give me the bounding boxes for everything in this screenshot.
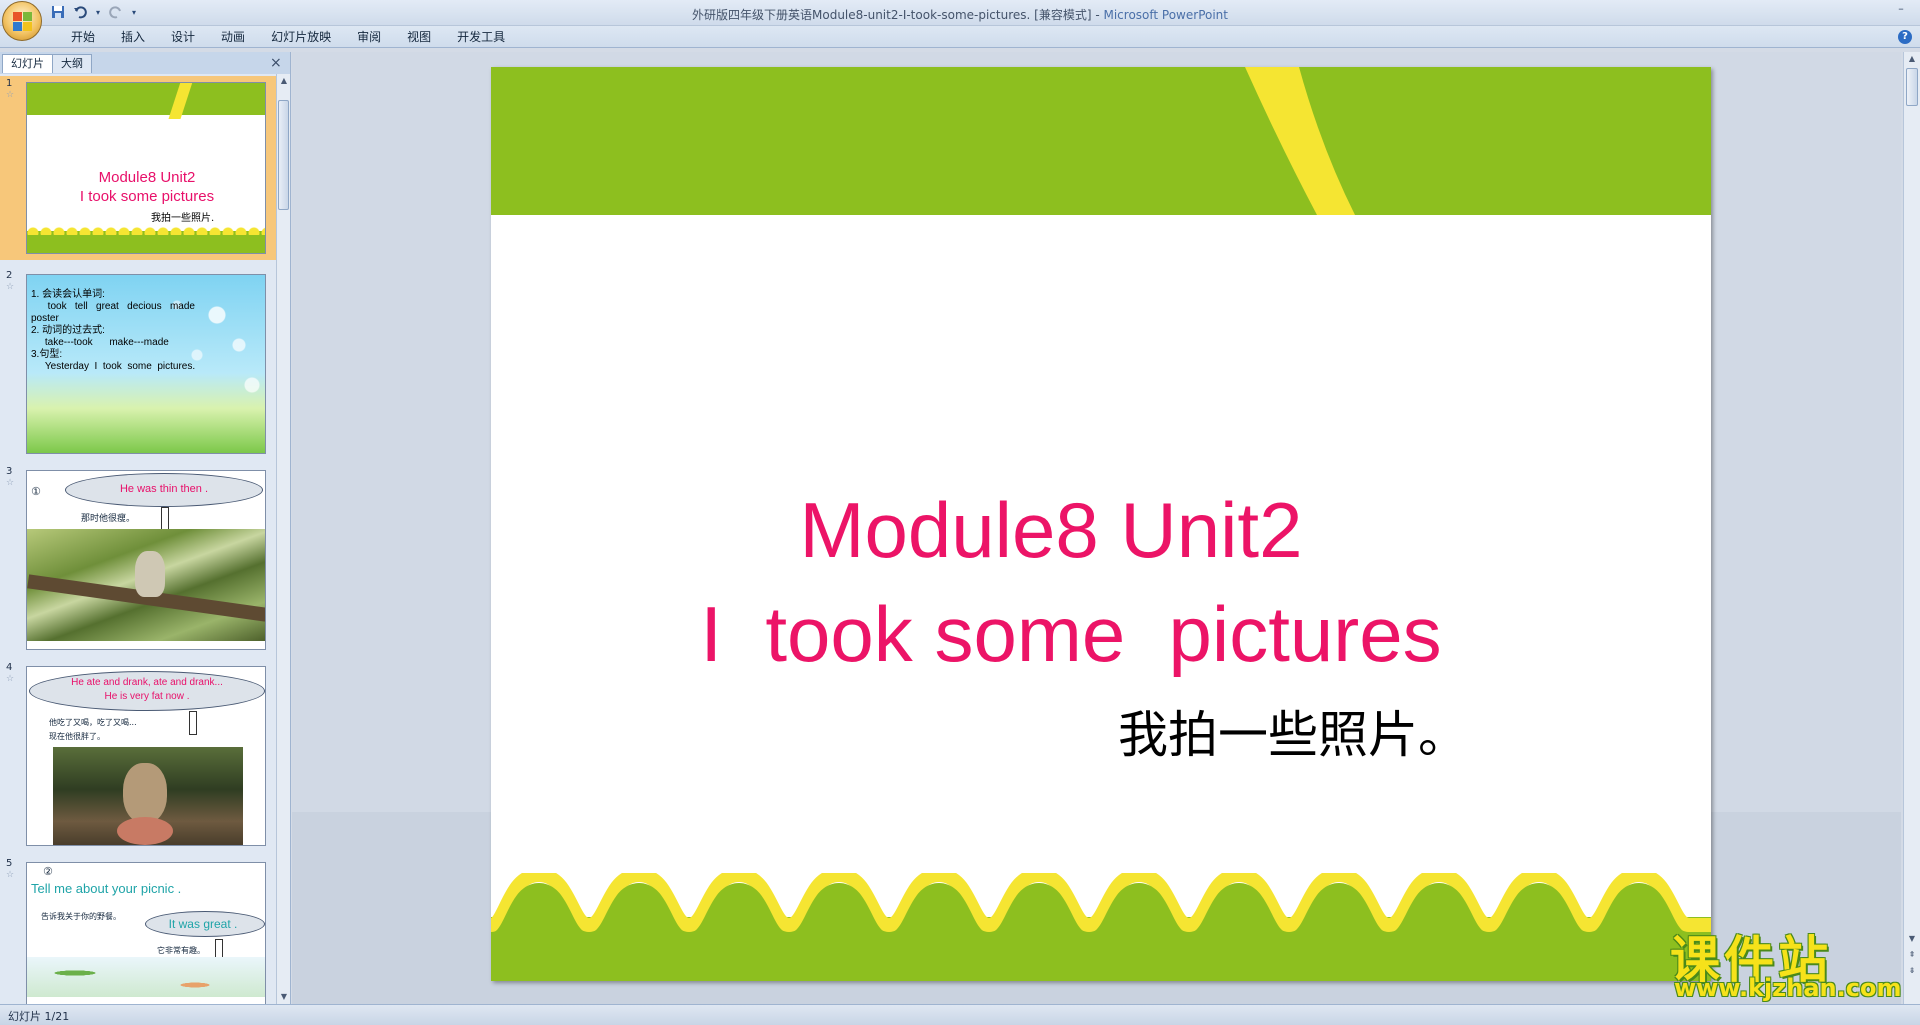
slide-thumbnail-4[interactable]: 4 ☆ He ate and drank, ate and drank... H… (0, 660, 276, 846)
bubble-text-line2: He is very fat now . (104, 691, 190, 702)
site-watermark: 课件站 www.kjzhan.com (1666, 920, 1906, 1002)
down-arrow-icon (161, 507, 169, 531)
tab-developer[interactable]: 开发工具 (444, 29, 518, 45)
slide-subtitle[interactable]: 我拍一些照片。 (1118, 695, 1468, 767)
scroll-down-icon[interactable]: ▼ (277, 990, 291, 1004)
circle-number: ① (31, 485, 41, 498)
slide-canvas[interactable]: Module8 Unit2 I took some pictures 我拍一些照… (491, 67, 1711, 981)
picnic-illustration (27, 957, 265, 997)
bubble-text: It was great . (168, 917, 238, 931)
thumb-text: 1. 会读会认单词: took tell great decious made … (31, 289, 196, 372)
slide-number: 5 (6, 858, 13, 869)
transition-star-icon: ☆ (6, 282, 15, 292)
ribbon-tabs: 开始 插入 设计 动画 幻灯片放映 审阅 视图 开发工具 (58, 29, 518, 45)
slide-title-line1[interactable]: Module8 Unit2 (491, 485, 1611, 576)
tab-view[interactable]: 视图 (394, 29, 444, 45)
monkey-figure (135, 551, 165, 597)
header-band (27, 83, 265, 115)
title-bar: ▾ ▾ 外研版四年级下册英语Module8-unit2-I-took-some-… (0, 0, 1920, 26)
minimize-button[interactable]: – (1888, 2, 1914, 18)
circle-number: ② (43, 865, 53, 878)
thumbnail-preview: He ate and drank, ate and drank... He is… (26, 666, 266, 846)
chinese-caption-2: 它非常有趣。 (157, 946, 205, 955)
window-title: 外研版四年级下册英语Module8-unit2-I-took-some-pict… (0, 6, 1920, 23)
next-slide-icon[interactable]: ⇟ (1904, 964, 1920, 978)
slide-thumbnails: 1 ☆ Module8 Unit2 I took some pictures 我… (0, 74, 276, 1004)
watermark-url: www.kjzhan.com (1674, 974, 1902, 1002)
app-name: Microsoft PowerPoint (1103, 8, 1228, 22)
thumb-subtitle: 我拍一些照片. (151, 213, 215, 224)
bubble-text: He was thin then . (119, 483, 209, 495)
transition-star-icon: ☆ (6, 674, 15, 684)
scalloped-footer (491, 873, 1711, 981)
scroll-thumb[interactable] (1906, 68, 1918, 106)
scroll-up-icon[interactable]: ▲ (277, 74, 291, 88)
thumb-title: Tell me about your picnic . (31, 881, 182, 896)
previous-slide-icon[interactable]: ⇞ (1904, 948, 1920, 962)
slides-pane: 幻灯片 大纲 × 1 ☆ Module8 Unit2 I took some p… (0, 52, 291, 1004)
slide-thumbnail-5[interactable]: 5 ☆ ② Tell me about your picnic . 告诉我关于你… (0, 856, 276, 1004)
transition-star-icon: ☆ (6, 870, 15, 880)
bubble-text-line1: He ate and drank, ate and drank... (71, 677, 223, 688)
transition-star-icon: ☆ (6, 478, 15, 488)
thumbnails-scrollbar[interactable]: ▲ ▼ (276, 74, 290, 1004)
thumb-title-line2: I took some pictures (79, 188, 215, 205)
tab-slideshow[interactable]: 幻灯片放映 (258, 29, 344, 45)
thumbnail-preview: 1. 会读会认单词: took tell great decious made … (26, 274, 266, 454)
yellow-stripe (1245, 67, 1355, 215)
window-controls: – (1888, 2, 1914, 18)
chinese-caption: 告诉我关于你的野餐。 (41, 912, 121, 921)
tab-insert[interactable]: 插入 (108, 29, 158, 45)
slide-number: 4 (6, 662, 13, 673)
close-pane-icon[interactable]: × (270, 55, 282, 71)
slide-counter: 幻灯片 1/21 (8, 1010, 70, 1023)
down-arrow-icon (189, 711, 197, 735)
help-icon[interactable]: ? (1898, 30, 1912, 44)
slide-number: 3 (6, 466, 13, 477)
chinese-caption: 那时他很瘦。 (81, 514, 136, 524)
scroll-down-icon[interactable]: ▼ (1904, 932, 1920, 946)
tab-slides[interactable]: 幻灯片 (2, 54, 53, 73)
slide-title-line2[interactable]: I took some pictures (491, 589, 1651, 680)
scroll-up-icon[interactable]: ▲ (1904, 52, 1920, 66)
tab-review[interactable]: 审阅 (344, 29, 394, 45)
slide-number: 2 (6, 270, 13, 281)
thumbnail-preview: ② Tell me about your picnic . 告诉我关于你的野餐。… (26, 862, 266, 1004)
office-button[interactable] (2, 1, 42, 41)
scroll-thumb[interactable] (278, 100, 289, 210)
slide-thumbnail-2[interactable]: 2 ☆ 1. 会读会认单词: took tell great decious m… (0, 268, 276, 454)
chinese-caption-2: 现在他很胖了。 (49, 732, 105, 741)
monkey-figure (123, 763, 167, 823)
title-separator: - (1091, 8, 1104, 22)
slide-number: 1 (6, 78, 13, 89)
tab-design[interactable]: 设计 (158, 29, 208, 45)
office-logo-icon (13, 12, 33, 32)
slide-thumbnail-3[interactable]: 3 ☆ He was thin then . ① 那时他很瘦。 (0, 464, 276, 650)
ribbon: 开始 插入 设计 动画 幻灯片放映 审阅 视图 开发工具 ? (0, 26, 1920, 48)
thumb-title-line1: Module8 Unit2 (98, 169, 196, 186)
transition-star-icon: ☆ (6, 90, 15, 100)
thumbnail-preview: Module8 Unit2 I took some pictures 我拍一些照… (26, 82, 266, 254)
tab-outline[interactable]: 大纲 (52, 54, 92, 73)
fruit-figure (117, 817, 173, 845)
document-name: 外研版四年级下册英语Module8-unit2-I-took-some-pict… (692, 8, 1092, 22)
thumbnail-preview: He was thin then . ① 那时他很瘦。 (26, 470, 266, 650)
pane-tabs: 幻灯片 大纲 (2, 54, 92, 74)
tab-animations[interactable]: 动画 (208, 29, 258, 45)
status-bar: 幻灯片 1/21 (0, 1004, 1920, 1025)
chinese-caption-1: 他吃了又喝，吃了又喝... (49, 718, 137, 727)
tab-home[interactable]: 开始 (58, 29, 108, 45)
footer-band (27, 225, 265, 253)
slide-thumbnail-1[interactable]: 1 ☆ Module8 Unit2 I took some pictures 我… (0, 76, 276, 260)
editor-scrollbar[interactable]: ▲ ▼ ⇞ ⇟ (1903, 52, 1920, 1004)
